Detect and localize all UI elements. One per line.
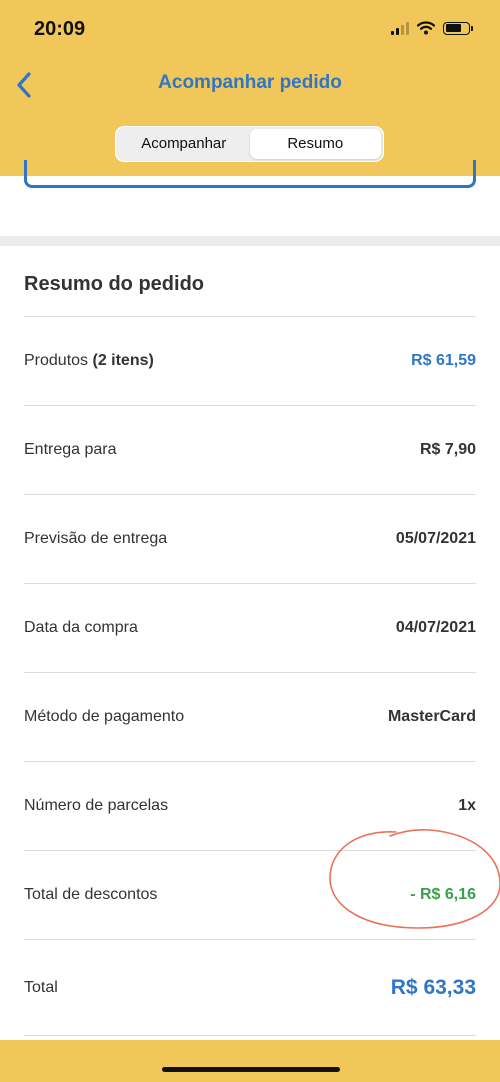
total-label: Total — [24, 978, 58, 996]
page-title: Acompanhar pedido — [158, 72, 342, 93]
installments-value: 1x — [458, 797, 476, 814]
products-label: Produtos (2 itens) — [24, 352, 154, 369]
purchase-date-value: 04/07/2021 — [395, 619, 476, 636]
header: 20:09 Acompanhar pedido Acompanhar Resum… — [0, 0, 500, 176]
section-divider — [0, 236, 500, 246]
products-value: R$ 61,59 — [411, 352, 476, 369]
delivery-value: R$ 7,90 — [419, 441, 476, 458]
delivery-label: Entrega para — [24, 441, 117, 458]
tracking-card-edge — [24, 160, 476, 188]
home-indicator[interactable] — [162, 1067, 340, 1072]
row-produtos: Produtos (2 itens) R$ 61,59 — [24, 317, 476, 406]
row-data-compra: Data da compra 04/07/2021 — [24, 584, 476, 673]
discounts-label: Total de descontos — [24, 886, 158, 903]
section-title: Resumo do pedido — [24, 273, 204, 295]
payment-value: MasterCard — [387, 708, 476, 725]
discounts-value: - R$ 6,16 — [410, 886, 476, 903]
row-descontos: Total de descontos - R$ 6,16 — [24, 851, 476, 940]
installments-label: Número de parcelas — [24, 797, 169, 814]
status-bar: 20:09 — [0, 0, 500, 58]
status-icons — [391, 21, 473, 35]
payment-label: Método de pagamento — [24, 708, 185, 725]
total-value: R$ 63,33 — [390, 975, 476, 999]
status-time: 20:09 — [34, 18, 86, 40]
row-previsao: Previsão de entrega 05/07/2021 — [24, 495, 476, 584]
battery-icon — [443, 21, 473, 35]
purchase-date-label: Data da compra — [24, 619, 138, 636]
tab-acompanhar[interactable]: Acompanhar — [118, 129, 250, 159]
nav-bar: Acompanhar pedido — [0, 58, 500, 110]
row-parcelas: Número de parcelas 1x — [24, 762, 476, 851]
signal-icon — [391, 21, 409, 35]
forecast-value: 05/07/2021 — [395, 530, 476, 547]
segmented-control: Acompanhar Resumo — [115, 126, 384, 162]
row-total: Total R$ 63,33 — [24, 940, 476, 1036]
row-entrega: Entrega para R$ 7,90 — [24, 406, 476, 495]
tab-resumo[interactable]: Resumo — [249, 129, 381, 159]
wifi-icon — [417, 21, 435, 35]
forecast-label: Previsão de entrega — [24, 530, 168, 547]
bottom-bar — [0, 1040, 500, 1082]
row-pagamento: Método de pagamento MasterCard — [24, 673, 476, 762]
